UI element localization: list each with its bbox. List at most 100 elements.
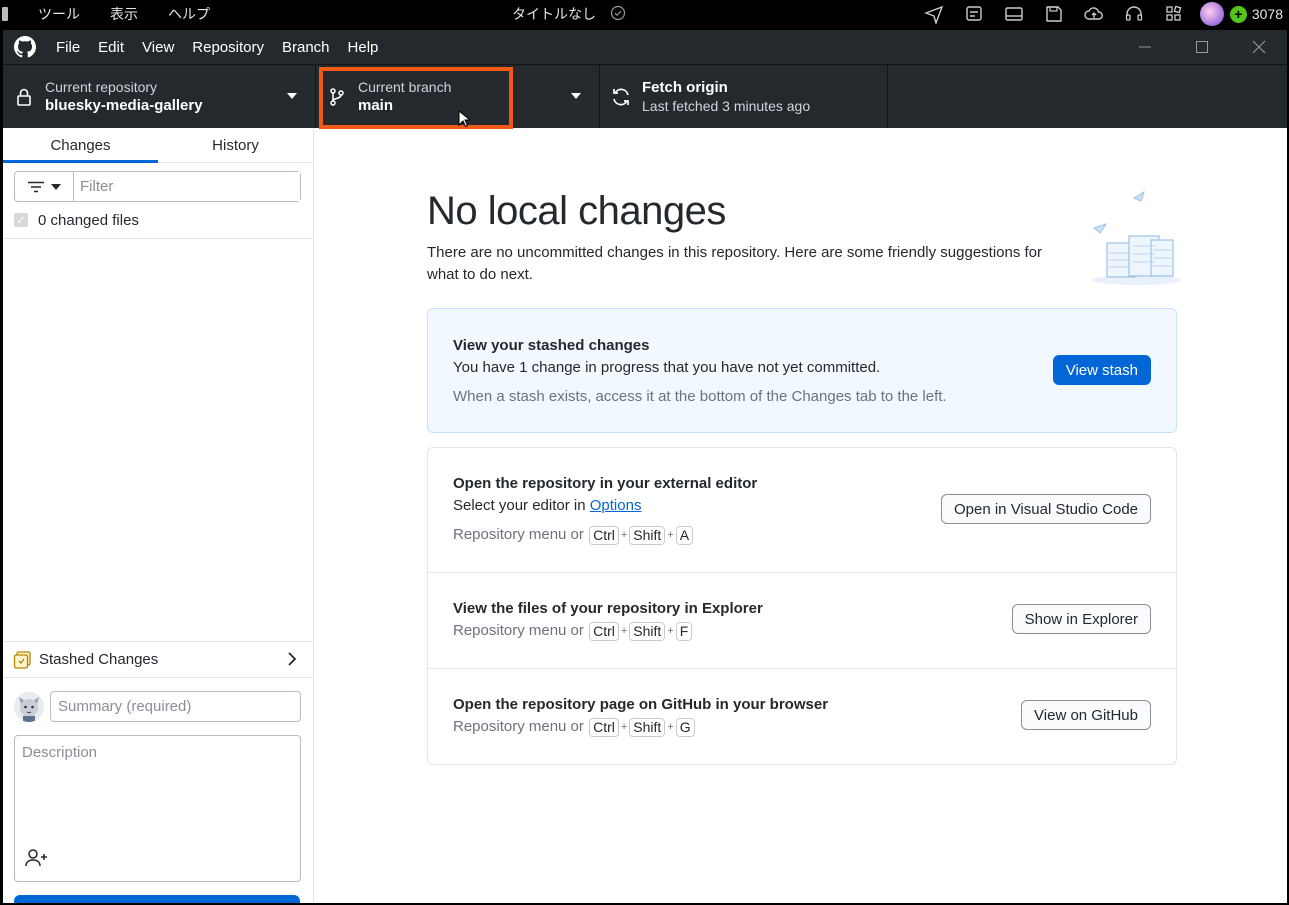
last-fetched: Last fetched 3 minutes ago [642,98,811,114]
os-menu-tools[interactable]: ツール [38,4,80,24]
page-title: No local changes [427,189,726,233]
stash-title: View your stashed changes [453,337,650,354]
cloud-upload-icon[interactable] [1074,0,1114,28]
tab-changes[interactable]: Changes [3,128,158,163]
filter-options-button[interactable] [15,172,74,201]
menu-repository[interactable]: Repository [183,30,273,64]
headset-icon[interactable] [1114,0,1154,28]
os-menu: ツール 表示 ヘルプ [0,0,240,28]
editor-title: Open the repository in your external edi… [453,475,758,492]
minimize-icon[interactable] [1116,30,1173,64]
stash-hint: When a stash exists, access it at the bo… [453,388,947,405]
os-top-bar: ツール 表示 ヘルプ タイトルなし + 3078 [0,0,1289,28]
changed-files-header: ✓ 0 changed files [3,202,313,239]
tab-history[interactable]: History [158,128,313,162]
os-edge-marker [2,7,8,21]
fetch-origin-label: Fetch origin [642,79,728,96]
kbd-a: A [675,525,694,545]
kbd-ctrl: Ctrl [589,717,619,737]
commit-summary-input[interactable] [50,691,301,722]
kbd-shift: Shift [629,621,666,641]
commit-description-box [14,735,301,882]
add-coauthor-icon[interactable] [25,848,49,871]
no-changes-header: No local changes There are no uncommitte… [427,186,1177,286]
stash-suggestion-card: View your stashed changes You have 1 cha… [427,308,1177,433]
suggestions-card: Open the repository in your external edi… [427,447,1177,765]
stashed-changes-row[interactable]: Stashed Changes [3,641,313,678]
github-logo-icon [3,30,47,64]
github-desktop-window: File Edit View Repository Branch Help Cu… [3,30,1287,903]
stash-icon [13,650,31,669]
repository-label: Current repository [45,79,158,95]
kbd-g: G [675,717,695,737]
repository-name: bluesky-media-gallery [45,97,203,114]
menu-help[interactable]: Help [339,30,388,64]
select-all-checkbox[interactable]: ✓ [14,213,28,227]
toolbar: Current repository bluesky-media-gallery… [3,64,1287,128]
panel-icon[interactable] [994,0,1034,28]
changed-files-count: 0 changed files [38,211,139,229]
summary-row [14,691,301,722]
stash-row: View your stashed changes You have 1 cha… [428,309,1176,432]
filter-bar [14,171,301,202]
github-row: Open the repository page on GitHub in yo… [428,669,1176,764]
stashed-changes-label: Stashed Changes [39,651,159,668]
caret-down-icon [287,93,297,99]
filter-icon [28,181,44,192]
view-stash-button[interactable]: View stash [1052,355,1151,385]
branch-label: Current branch [358,79,452,95]
menu-file[interactable]: File [47,30,89,64]
fetch-origin-button[interactable]: Fetch origin Last fetched 3 minutes ago [600,65,888,128]
options-link[interactable]: Options [590,497,642,514]
caret-down-icon [51,183,61,190]
kbd-shift: Shift [629,717,666,737]
coin-counter[interactable]: + 3078 [1229,5,1283,23]
page-subtext: There are no uncommitted changes in this… [427,244,1043,283]
stash-description: You have 1 change in progress that you h… [453,359,881,376]
filter-input[interactable] [74,172,300,201]
editor-desc-text: Select your editor in [453,497,590,514]
show-in-explorer-button[interactable]: Show in Explorer [1011,604,1151,634]
os-menu-help[interactable]: ヘルプ [168,4,210,24]
plus-coin-icon: + [1229,5,1247,23]
user-avatar [14,691,44,722]
title-bar: File Edit View Repository Branch Help [3,30,1287,64]
os-user-avatar[interactable] [1199,2,1224,26]
os-title-text: タイトルなし [512,6,596,22]
kbd-ctrl: Ctrl [589,621,619,641]
kbd-shift: Shift [629,525,666,545]
os-tray: + 3078 [914,0,1283,28]
commit-form [3,679,313,882]
commit-description-input[interactable] [15,736,300,881]
view-on-github-button[interactable]: View on GitHub [1021,700,1151,730]
maximize-icon[interactable] [1173,30,1230,64]
close-icon[interactable] [1230,30,1287,64]
changes-sidebar: Changes History ✓ 0 changed files Stashe… [3,128,314,903]
send-icon[interactable] [914,0,954,28]
coin-count: 3078 [1251,6,1283,22]
sidebar-tabs: Changes History [3,128,313,163]
caret-down-icon [571,93,581,99]
menu-view[interactable]: View [133,30,183,64]
os-title: タイトルなし [512,0,626,28]
lock-icon [3,87,45,107]
kbd-ctrl: Ctrl [589,525,619,545]
menu-branch[interactable]: Branch [273,30,339,64]
hint-prefix: Repository menu or [453,622,584,639]
branch-name: main [358,97,394,114]
sync-icon [600,86,642,108]
git-branch-icon [316,87,358,107]
window-controls [1116,30,1287,64]
commit-button[interactable] [14,895,300,903]
open-in-vscode-button[interactable]: Open in Visual Studio Code [940,494,1151,524]
checklist-icon[interactable] [954,0,994,28]
empty-state-illustration [1089,188,1184,291]
menu-edit[interactable]: Edit [89,30,133,64]
os-menu-view[interactable]: 表示 [110,4,138,24]
current-repository-dropdown[interactable]: Current repository bluesky-media-gallery [3,65,316,128]
hint-prefix: Repository menu or [453,526,584,543]
hint-prefix: Repository menu or [453,718,584,735]
save-icon[interactable] [1034,0,1074,28]
grid-icon[interactable] [1154,0,1194,28]
editor-shortcut-hint: Repository menu or Ctrl + Shift + A [453,524,1151,546]
